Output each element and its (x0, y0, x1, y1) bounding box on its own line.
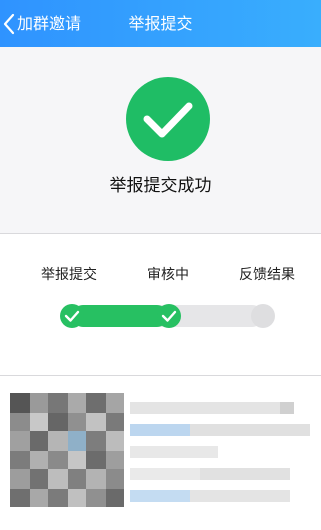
step-check-icon (60, 304, 84, 328)
back-button[interactable]: 加群邀请 (0, 0, 81, 47)
report-progress: 举报提交 审核中 反馈结果 (0, 234, 321, 375)
progress-fill (72, 305, 168, 327)
back-label: 加群邀请 (17, 14, 82, 33)
blurred-content-text (130, 402, 310, 502)
nav-bar: 加群邀请 举报提交 (0, 0, 321, 47)
step-label-result: 反馈结果 (239, 267, 295, 283)
step-label-reviewing: 审核中 (147, 267, 189, 283)
blurred-avatar-image (10, 393, 124, 507)
step-pending-dot (251, 304, 275, 328)
reported-content-card[interactable] (0, 376, 321, 530)
success-message: 举报提交成功 (109, 176, 212, 196)
success-panel: 举报提交成功 (0, 47, 321, 233)
step-check-icon (157, 304, 181, 328)
success-check-icon (126, 77, 210, 161)
chevron-left-icon (3, 13, 15, 34)
step-label-submitted: 举报提交 (41, 267, 97, 283)
